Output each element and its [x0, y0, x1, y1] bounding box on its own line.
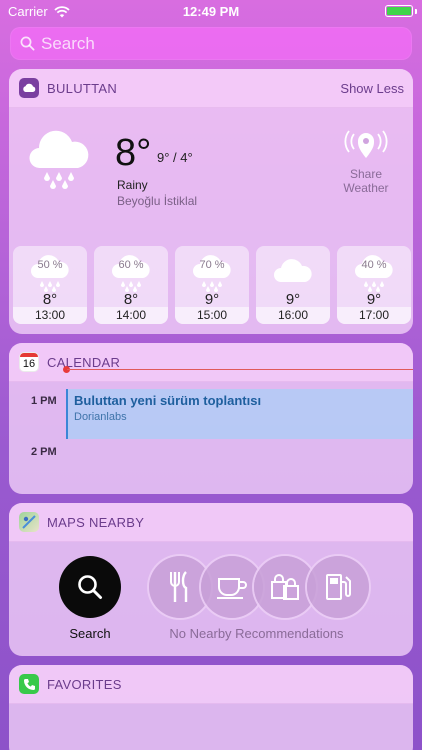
current-weather: 8° 9° / 4° Rainy Beyoğlu İstiklal Share … [9, 108, 413, 236]
precip-chance: 60 % [118, 259, 144, 271]
forecast-time: 16:00 [256, 307, 330, 324]
forecast-time: 17:00 [337, 307, 411, 324]
favorites-widget-title: FAVORITES [47, 676, 122, 692]
calendar-timeline: 1 PM 2 PM Buluttan yeni sürüm toplantısı… [9, 366, 413, 494]
calendar-app-icon: 16 [19, 352, 39, 372]
forecast-temp: 9° [285, 291, 301, 308]
precip-chance: 40 % [361, 259, 387, 271]
cloud-icon [274, 259, 312, 282]
weather-widget-header: BULUTTAN Show Less [9, 69, 413, 108]
maps-widget-title: MAPS NEARBY [47, 514, 145, 530]
rain-cloud-icon [29, 130, 89, 189]
status-time: 12:49 PM [182, 4, 240, 19]
maps-body: Search No Nearby Recommendations [9, 542, 413, 656]
event-subtitle: Dorianlabs [74, 411, 127, 423]
calendar-widget-header: 16 CALENDAR [9, 343, 413, 382]
shopping-icon [271, 574, 299, 600]
maps-app-icon [19, 512, 39, 532]
forecast-time: 14:00 [94, 307, 168, 324]
current-time-line [67, 369, 413, 370]
calendar-widget-title: CALENDAR [47, 354, 121, 370]
search-icon [78, 575, 102, 599]
status-bar: Carrier 12:49 PM [0, 0, 422, 22]
calendar-widget: 16 CALENDAR 1 PM 2 PM Buluttan yeni sürü… [9, 343, 413, 494]
maps-widget-header: MAPS NEARBY [9, 503, 413, 542]
forecast-temp: 9° [204, 291, 220, 308]
search-input[interactable] [41, 33, 381, 54]
forecast-time: 13:00 [13, 307, 87, 324]
rain-cloud-icon [112, 255, 150, 292]
buluttan-app-icon [19, 78, 39, 98]
share-label-2: Weather [343, 181, 389, 195]
phone-icon [23, 678, 35, 690]
hi-lo-temperature: 9° / 4° [157, 150, 193, 165]
hour-label: 1 PM [31, 395, 57, 407]
gas-station-icon [326, 574, 351, 600]
show-less-button[interactable]: Show Less [340, 81, 404, 96]
forecast-card[interactable]: 50 % 8° 13:00 [13, 246, 87, 324]
forecast-temp: 8° [42, 291, 58, 308]
share-weather-button[interactable]: Share Weather [331, 128, 401, 195]
rain-cloud-icon [355, 255, 393, 292]
rain-cloud-icon [193, 255, 231, 292]
current-temperature: 8° [115, 132, 152, 174]
forecast-time: 15:00 [175, 307, 249, 324]
weather-widget-title: BULUTTAN [47, 80, 118, 96]
no-recommendations-text: No Nearby Recommendations [169, 626, 344, 641]
location-broadcast-icon [344, 130, 388, 158]
event-title: Buluttan yeni sürüm toplantısı [74, 393, 262, 408]
forecast-card[interactable]: 70 % 9° 15:00 [175, 246, 249, 324]
restaurant-icon [170, 571, 188, 602]
rain-cloud-icon [31, 255, 69, 292]
precip-chance: 50 % [37, 259, 63, 271]
maps-widget: MAPS NEARBY Search No Nearby Recommendat… [9, 503, 413, 656]
forecast-card[interactable]: 40 % 9° 17:00 [337, 246, 411, 324]
calendar-day-number: 16 [22, 358, 36, 370]
forecast-card[interactable]: 60 % 8° 14:00 [94, 246, 168, 324]
forecast-temp: 9° [366, 291, 382, 308]
precip-chance: 70 % [199, 259, 225, 271]
hour-label: 2 PM [31, 446, 57, 458]
calendar-event[interactable]: Buluttan yeni sürüm toplantısı Dorianlab… [66, 389, 413, 439]
battery-icon [385, 5, 413, 17]
maps-search-label: Search [69, 626, 111, 641]
share-label-1: Share [349, 167, 383, 181]
weather-location: Beyoğlu İstiklal [117, 194, 198, 208]
favorites-widget: FAVORITES [9, 665, 413, 750]
weather-widget: BULUTTAN Show Less 8° 9° / 4° Rainy Beyo… [9, 69, 413, 334]
search-icon [20, 36, 35, 51]
gas-station-button[interactable] [307, 556, 369, 618]
forecast-temp: 8° [123, 291, 139, 308]
forecast-card[interactable]: 9° 16:00 [256, 246, 330, 324]
search-bar[interactable] [10, 27, 412, 60]
weather-condition: Rainy [117, 178, 148, 192]
phone-app-icon [19, 674, 39, 694]
favorites-widget-header: FAVORITES [9, 665, 413, 704]
coffee-icon [217, 578, 247, 599]
maps-search-button[interactable] [59, 556, 121, 618]
hourly-forecast: 50 % 8° 13:00 60 % 8° 14:00 70 % 9° 15:0… [13, 246, 411, 324]
